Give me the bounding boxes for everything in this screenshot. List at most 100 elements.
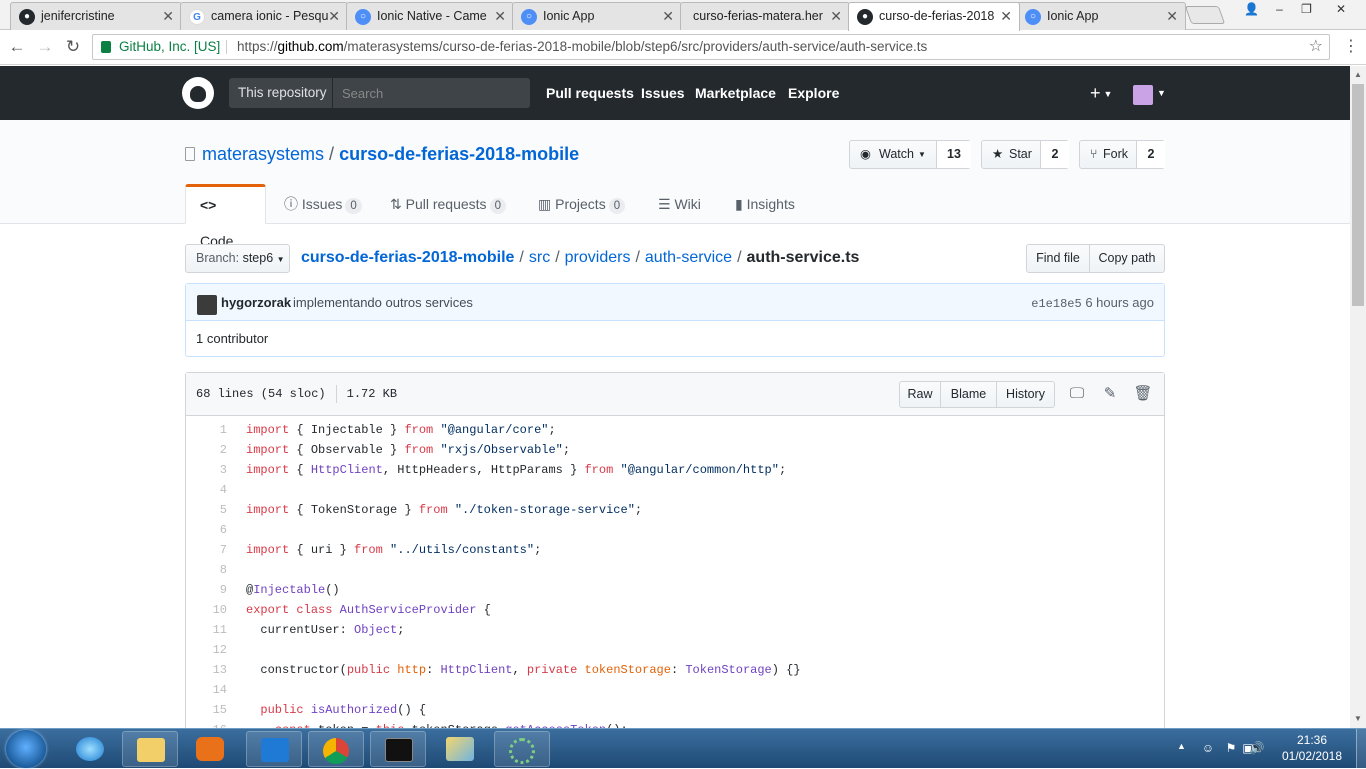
tab-issues[interactable]: ⓘ Issues 0 [270,184,376,224]
find-file-button[interactable]: Find file [1026,244,1090,273]
line-number[interactable]: 10 [186,600,227,620]
back-icon[interactable]: ← [6,36,28,58]
taskbar-chrome[interactable] [308,731,364,767]
line-number[interactable]: 12 [186,640,227,660]
scroll-down-icon[interactable]: ▼ [1350,712,1366,726]
search-input[interactable] [334,78,530,108]
commit-sha[interactable]: e1e18e5 [1031,297,1081,311]
fork-count[interactable]: 2 [1136,141,1165,168]
browser-tab[interactable]: Gcamera ionic - Pesqu ✕ [180,2,348,30]
browser-tab[interactable]: ○ Ionic Native - Came ✕ [346,2,514,30]
system-clock[interactable]: 21:36 01/02/2018 [1272,732,1352,764]
commit-message[interactable]: implementando outros services [293,293,473,313]
forward-icon[interactable]: → [34,36,56,58]
line-number[interactable]: 6 [186,520,227,540]
restore-icon[interactable]: ❐ [1293,0,1320,18]
repo-name-link[interactable]: curso-de-ferias-2018-mobile [339,144,579,164]
close-icon[interactable]: ✕ [328,3,340,29]
line-number[interactable]: 13 [186,660,227,680]
show-hidden-icons[interactable]: ▲ [1177,741,1186,751]
star-count[interactable]: 2 [1040,141,1069,168]
taskbar-paint[interactable] [432,731,488,767]
line-number[interactable]: 2 [186,440,227,460]
breadcrumb-link[interactable]: curso-de-ferias-2018-mobile [301,249,514,266]
browser-tab-active[interactable]: ● curso-de-ferias-2018 ✕ [848,2,1020,31]
chevron-down-icon[interactable]: ▼ [1157,82,1166,104]
window-close-icon[interactable]: ✕ [1320,0,1362,18]
line-number[interactable]: 11 [186,620,227,640]
watch-count[interactable]: 13 [936,141,971,168]
line-number[interactable]: 5 [186,500,227,520]
minimize-icon[interactable]: – [1266,0,1293,18]
scrollbar[interactable]: ▲ ▼ [1350,66,1366,728]
line-number[interactable]: 14 [186,680,227,700]
contributors-count[interactable]: 1 contributor [196,329,268,349]
watch-button[interactable]: ◉ Watch ▼ 13 [849,140,971,169]
tab-pull-requests[interactable]: ⇅ Pull requests 0 [376,184,520,224]
search-scope-label[interactable]: This repository [229,78,333,108]
tab-code[interactable]: <> Code [185,184,266,249]
close-icon[interactable]: ✕ [662,3,674,29]
desktop-icon[interactable]: 🖵 [1067,383,1087,405]
line-number[interactable]: 3 [186,460,227,480]
taskbar-vscode[interactable] [246,731,302,767]
branch-selector[interactable]: Branch: step6 ▼ [185,244,290,273]
taskbar-cmd[interactable] [370,731,426,767]
line-number[interactable]: 1 [186,420,227,440]
volume-icon[interactable]: 🔊 [1249,741,1265,755]
close-icon[interactable]: ✕ [494,3,506,29]
raw-button[interactable]: Raw [899,381,941,408]
tab-wiki[interactable]: ☰ Wiki [644,184,715,224]
taskbar-explorer[interactable] [122,731,178,767]
repo-owner-link[interactable]: materasystems [202,144,324,164]
breadcrumb-link[interactable]: src [529,249,550,266]
star-button[interactable]: ★ Star 2 [981,140,1069,169]
browser-tab[interactable]: ● jenifercristine ✕ [10,2,182,30]
scrollbar-thumb[interactable] [1352,84,1364,306]
scroll-up-icon[interactable]: ▲ [1350,68,1366,82]
fork-button[interactable]: ⑂ Fork 2 [1079,140,1165,169]
copy-path-button[interactable]: Copy path [1089,244,1165,273]
line-number[interactable]: 8 [186,560,227,580]
show-desktop-button[interactable] [1356,729,1366,769]
nav-pull-requests[interactable]: Pull requests [546,82,634,104]
user-icon[interactable]: 👤 [1238,0,1265,18]
tab-insights[interactable]: ▮ Insights [721,184,809,224]
new-tab-button[interactable] [1184,6,1226,24]
close-icon[interactable]: ✕ [830,3,842,29]
browser-tab[interactable]: ○ Ionic App ✕ [512,2,682,30]
line-number[interactable]: 16 [186,720,227,728]
breadcrumb-link[interactable]: providers [565,249,631,266]
tab-projects[interactable]: ▥ Projects 0 [524,184,639,224]
taskbar-media[interactable] [182,731,238,767]
line-number[interactable]: 9 [186,580,227,600]
address-bar[interactable]: GitHub, Inc. [US] https://github.com/mat… [92,34,1330,60]
trash-icon[interactable]: 🗑 [1133,383,1153,405]
nav-marketplace[interactable]: Marketplace [695,82,776,104]
close-icon[interactable]: ✕ [162,3,174,29]
line-number[interactable]: 4 [186,480,227,500]
plus-icon[interactable]: + ▼ [1090,82,1112,105]
start-button[interactable] [6,730,46,768]
reload-icon[interactable]: ↻ [62,36,84,58]
avatar[interactable] [1133,85,1153,105]
nav-issues[interactable]: Issues [641,82,685,104]
taskbar-app[interactable] [494,731,550,767]
browser-tab[interactable]: curso-ferias-matera.her ✕ [680,2,850,30]
menu-icon[interactable]: ⋮ [1341,34,1361,60]
bookmark-star-icon[interactable]: ☆ [1309,35,1323,59]
tray-app-icon[interactable]: ☺ [1200,741,1216,755]
blame-button[interactable]: Blame [940,381,997,408]
line-number[interactable]: 7 [186,540,227,560]
pencil-icon[interactable]: ✎ [1100,383,1120,405]
browser-tab[interactable]: ○ Ionic App ✕ [1016,2,1186,30]
line-number[interactable]: 15 [186,700,227,720]
github-logo-icon[interactable] [182,77,214,109]
close-icon[interactable]: ✕ [1166,3,1178,29]
taskbar-ie[interactable] [62,731,118,767]
action-center-icon[interactable]: ⚑ [1223,741,1239,755]
avatar[interactable] [197,295,217,315]
commit-author[interactable]: hygorzorak [221,293,291,313]
close-icon[interactable]: ✕ [1000,3,1012,29]
breadcrumb-link[interactable]: auth-service [645,249,732,266]
